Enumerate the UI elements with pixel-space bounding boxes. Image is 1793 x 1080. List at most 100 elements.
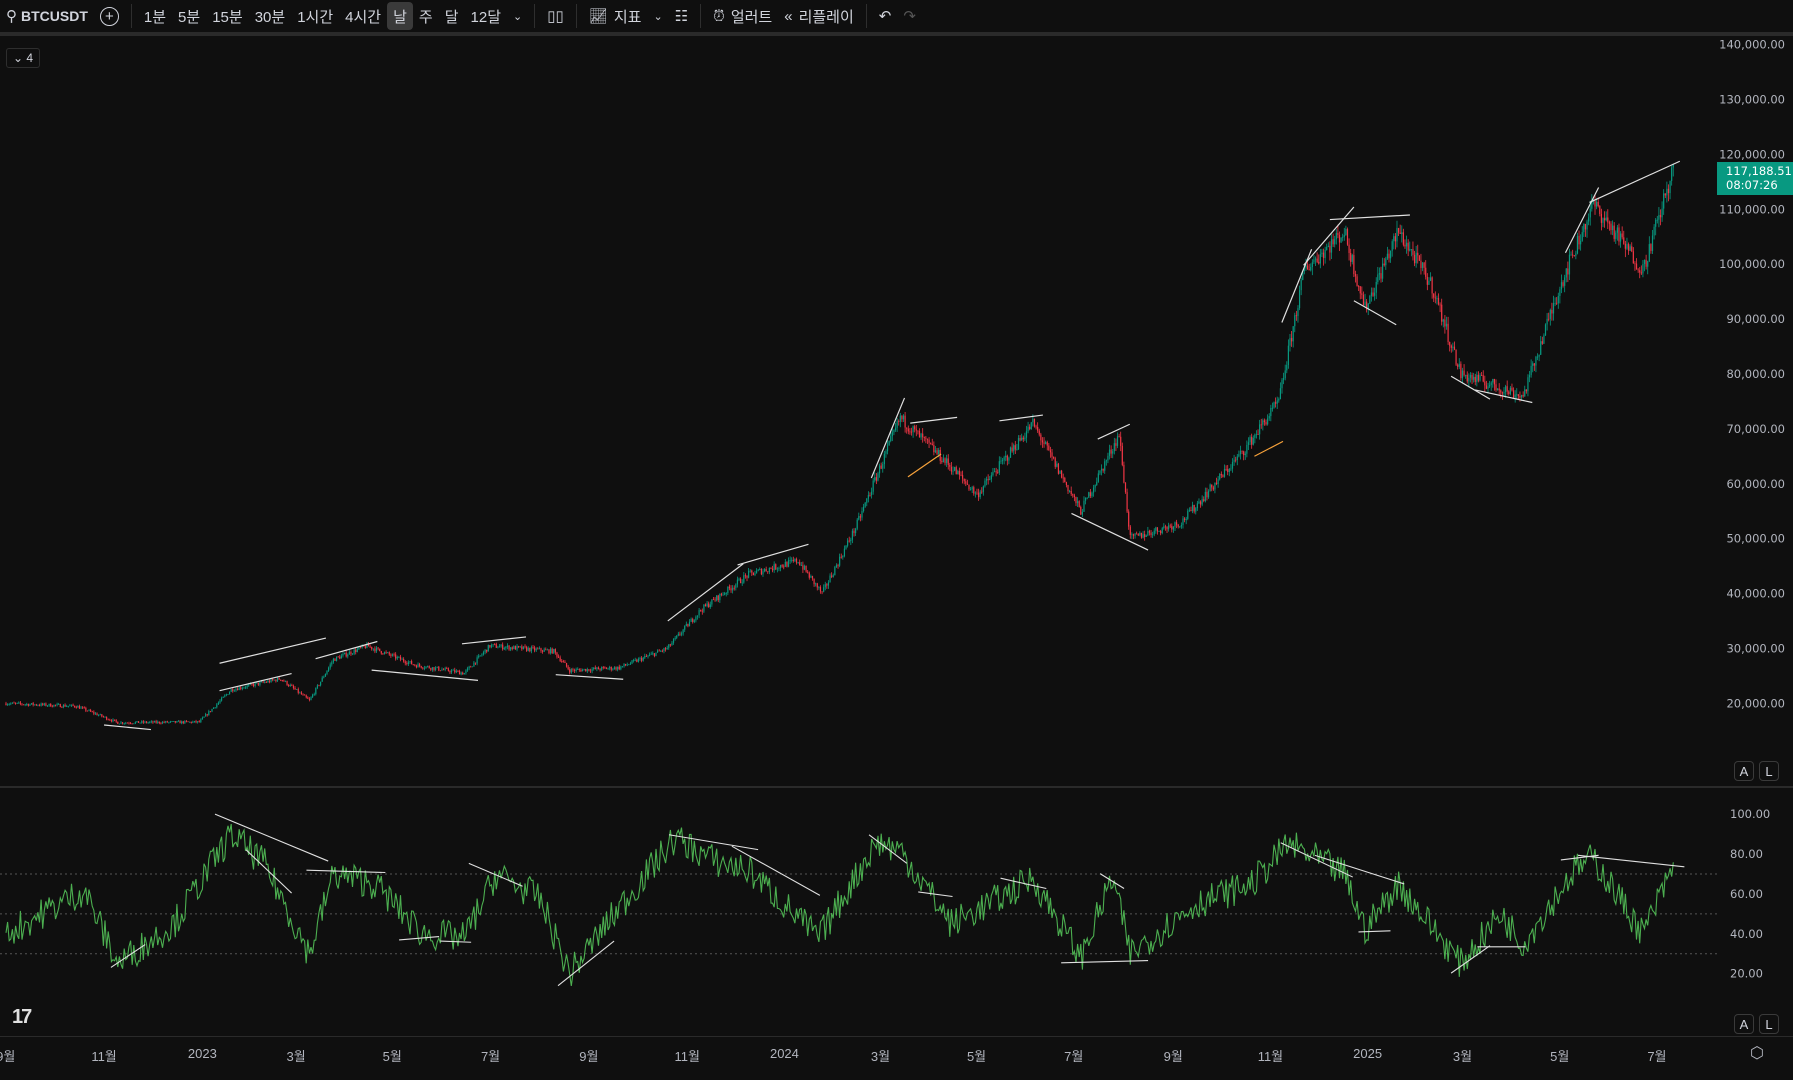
- candle-body: [942, 458, 945, 463]
- alert-button[interactable]: ⏰︎ 얼러트: [707, 2, 778, 30]
- log-scale-button[interactable]: L: [1759, 761, 1779, 781]
- candle-body: [1132, 534, 1135, 536]
- candle-body: [107, 719, 109, 721]
- candle-body: [1097, 473, 1099, 482]
- interval-dropdown[interactable]: ⌄: [507, 2, 528, 30]
- interval-8[interactable]: 달: [439, 2, 465, 30]
- candle-body: [232, 689, 234, 692]
- interval-1[interactable]: 5분: [172, 2, 206, 30]
- interval-7[interactable]: 주: [413, 2, 439, 30]
- candle-body: [815, 583, 817, 585]
- interval-6[interactable]: 날: [387, 2, 413, 30]
- candle-body: [433, 667, 435, 670]
- candle-body: [859, 516, 861, 518]
- price-axis-label: 130,000.00: [1719, 93, 1785, 107]
- candle-body: [709, 604, 711, 608]
- candle-body: [741, 582, 743, 584]
- candle-body: [1449, 342, 1451, 346]
- candle-body: [101, 714, 103, 717]
- candle-body: [878, 465, 881, 474]
- indicators-button[interactable]: 📈︎ 지표: [583, 2, 648, 30]
- settings-icon[interactable]: ⬡: [1750, 1043, 1764, 1063]
- candle-body: [1003, 457, 1005, 461]
- candles-icon: ▯▯: [547, 8, 564, 25]
- candle-body: [481, 654, 483, 656]
- candle-body: [1631, 246, 1633, 252]
- candle-body: [377, 647, 379, 649]
- candle-body: [858, 516, 860, 520]
- candle-body: [660, 650, 662, 652]
- candle-body: [1041, 440, 1044, 443]
- interval-group: 1분 5분 15분 30분 1시간 4시간 날 주 달 12달: [138, 2, 507, 30]
- interval-2[interactable]: 15분: [206, 2, 249, 30]
- price-pane[interactable]: 140,000.00 130,000.00 120,000.00 110,000.00…: [0, 40, 1793, 786]
- candle-body: [551, 648, 553, 654]
- candle-body: [251, 683, 253, 685]
- candle-body: [1040, 434, 1042, 441]
- candle-body: [1144, 534, 1146, 537]
- candle-body: [1022, 437, 1024, 440]
- candle-body: [233, 690, 235, 692]
- candle-body: [490, 645, 493, 648]
- candle-body: [902, 415, 905, 420]
- rsi-pane[interactable]: 100.00 80.00 60.00 40.00 20.00: [0, 788, 1793, 1036]
- candle-body: [842, 556, 844, 558]
- interval-9[interactable]: 12달: [465, 2, 508, 30]
- candle-body: [1310, 267, 1312, 271]
- candle-body: [339, 656, 341, 659]
- candle-body: [1603, 218, 1606, 221]
- time-label: 5월: [966, 1049, 987, 1064]
- candle-body: [58, 704, 60, 705]
- undo-button[interactable]: ↶: [873, 2, 898, 30]
- candle-body: [1072, 494, 1074, 496]
- candle-body: [61, 707, 63, 708]
- rsi-axis-label: 40.00: [1730, 927, 1763, 941]
- chart-type-button[interactable]: ▯▯: [541, 2, 570, 30]
- compare-symbol-button[interactable]: +: [94, 2, 125, 30]
- candle-body: [118, 723, 120, 725]
- candle-body: [1508, 391, 1510, 395]
- tradingview-logo[interactable]: 17: [12, 1006, 32, 1029]
- rsi-trendline: [1099, 873, 1125, 889]
- candle-body: [1179, 526, 1181, 528]
- candle-body: [51, 706, 53, 708]
- price-axis-label: 30,000.00: [1726, 642, 1785, 656]
- time-axis[interactable]: ⬡ 9월 11월 2023 3월 5월 7월 9월 11월 2024 3월 5월 7월 9월 11월 202…: [0, 1036, 1793, 1070]
- candle-body: [534, 647, 536, 651]
- candle-body: [398, 656, 400, 658]
- candle-body: [1329, 245, 1331, 253]
- candle-body: [989, 479, 991, 481]
- symbol-search[interactable]: ⚲ BTCUSDT: [0, 2, 94, 30]
- candle-body: [799, 562, 801, 566]
- indicators-dropdown[interactable]: ⌄: [647, 2, 668, 30]
- candle-body: [353, 649, 355, 654]
- candle-body: [1228, 468, 1230, 473]
- candle-body: [11, 702, 13, 704]
- candle-body: [1150, 532, 1152, 535]
- candle-body: [181, 721, 183, 724]
- interval-3[interactable]: 30분: [249, 2, 292, 30]
- auto-scale-button[interactable]: A: [1734, 761, 1754, 781]
- interval-0[interactable]: 1분: [138, 2, 172, 30]
- candle-body: [1158, 531, 1160, 532]
- candle-body: [832, 575, 834, 577]
- interval-4[interactable]: 1시간: [291, 2, 339, 30]
- replay-button[interactable]: «리플레이: [778, 2, 860, 30]
- candle-body: [395, 654, 397, 659]
- candle-body: [977, 492, 980, 498]
- auto-scale-button-rsi[interactable]: A: [1734, 1014, 1754, 1034]
- candle-body: [917, 430, 919, 432]
- candle-body: [652, 653, 654, 655]
- candle-body: [1391, 241, 1393, 251]
- candle-body: [1011, 447, 1013, 452]
- layouts-button[interactable]: ☷: [669, 2, 694, 30]
- candle-body: [193, 720, 196, 722]
- candle-body: [819, 587, 822, 592]
- log-scale-button-rsi[interactable]: L: [1759, 1014, 1779, 1034]
- candle-body: [489, 645, 491, 648]
- candle-body: [1350, 252, 1352, 262]
- interval-5[interactable]: 4시간: [339, 2, 387, 30]
- redo-button[interactable]: ↷: [897, 2, 922, 30]
- candle-body: [1501, 392, 1503, 394]
- trendline: [555, 674, 624, 680]
